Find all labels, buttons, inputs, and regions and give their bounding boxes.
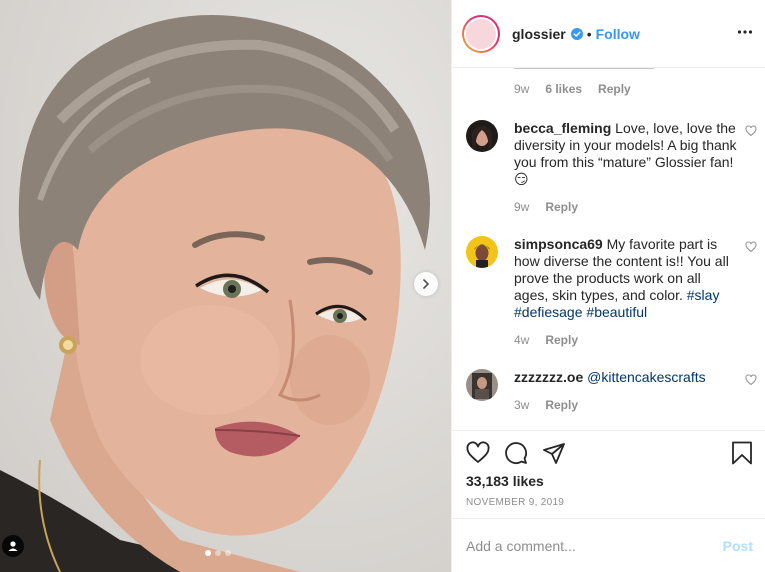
post-comment-button[interactable]: Post	[723, 538, 753, 554]
comment-time: 9w	[514, 82, 530, 96]
comment-time: 4w	[514, 333, 530, 347]
user-icon	[8, 541, 18, 551]
comment-time: 9w	[514, 200, 530, 214]
post-header: glossier • Follow	[452, 0, 765, 68]
avatar[interactable]	[466, 236, 498, 268]
tagged-users-button[interactable]	[2, 535, 24, 557]
author-username[interactable]: glossier	[512, 26, 566, 42]
author-avatar[interactable]	[462, 14, 500, 53]
comment-meta: 9w Reply	[514, 200, 757, 214]
comment-meta: 3w Reply	[514, 398, 757, 412]
post-actions: 33,183 likes NOVEMBER 9, 2019	[452, 430, 765, 518]
header-separator: •	[586, 25, 592, 42]
truncated-comment-text	[514, 68, 694, 71]
comment-time: 3w	[514, 398, 530, 412]
list-item: becca_fleming Love, love, love the diver…	[466, 120, 757, 214]
heart-icon[interactable]	[466, 441, 490, 470]
share-icon[interactable]	[542, 441, 566, 470]
comment-username[interactable]: becca_fleming	[514, 120, 611, 136]
like-comment-heart-icon[interactable]	[745, 240, 757, 258]
comments-list[interactable]: 9w 6 likes Reply becca_fleming Love, lov…	[452, 68, 765, 430]
bookmark-icon[interactable]	[731, 441, 753, 470]
hashtag-link[interactable]: #defiesage	[514, 304, 583, 320]
carousel-dot	[225, 550, 231, 556]
avatar[interactable]	[466, 369, 498, 401]
reply-button[interactable]: Reply	[545, 333, 578, 347]
carousel-dot	[205, 550, 211, 556]
truncated-comment-meta: 9w 6 likes Reply	[514, 82, 631, 96]
verified-badge-icon	[570, 27, 583, 40]
reply-button[interactable]: Reply	[545, 398, 578, 412]
follow-button[interactable]: Follow	[596, 26, 640, 42]
post-date: NOVEMBER 9, 2019	[466, 497, 565, 508]
avatar[interactable]	[466, 120, 498, 152]
reply-button[interactable]: Reply	[598, 82, 631, 96]
comment-likes[interactable]: 6 likes	[545, 82, 582, 96]
comment-icon[interactable]	[504, 441, 528, 470]
hashtag-link[interactable]: #beautiful	[586, 304, 647, 320]
post-sidebar: glossier • Follow 9w 6 likes Reply becca…	[451, 0, 765, 572]
comment-body: zzzzzzz.oe @kittencakescrafts	[514, 369, 738, 386]
portrait-photo	[0, 15, 430, 572]
post-photo[interactable]	[0, 0, 451, 572]
chevron-right-icon	[423, 279, 429, 289]
like-comment-heart-icon[interactable]	[745, 124, 757, 142]
likes-count[interactable]: 33,183 likes	[466, 473, 544, 489]
mention-link[interactable]: @kittencakescrafts	[587, 369, 705, 385]
list-item: zzzzzzz.oe @kittencakescrafts 3w Reply	[466, 369, 757, 412]
reply-button[interactable]: Reply	[545, 200, 578, 214]
comment-username[interactable]: zzzzzzz.oe	[514, 369, 583, 385]
comment-body: simpsonca69 My favorite part is how dive…	[514, 236, 738, 321]
more-options-icon[interactable]	[737, 24, 753, 45]
list-item: simpsonca69 My favorite part is how dive…	[466, 236, 757, 347]
hashtag-link[interactable]: #slay	[687, 287, 720, 303]
comment-input[interactable]	[466, 537, 723, 554]
carousel-indicator	[205, 550, 231, 556]
add-comment-bar: Post	[452, 518, 765, 572]
comment-meta: 4w Reply	[514, 333, 757, 347]
carousel-dot	[215, 550, 221, 556]
comment-body: becca_fleming Love, love, love the diver…	[514, 120, 738, 188]
like-comment-heart-icon[interactable]	[745, 373, 757, 391]
comment-username[interactable]: simpsonca69	[514, 236, 603, 252]
carousel-next-button[interactable]	[414, 272, 438, 296]
